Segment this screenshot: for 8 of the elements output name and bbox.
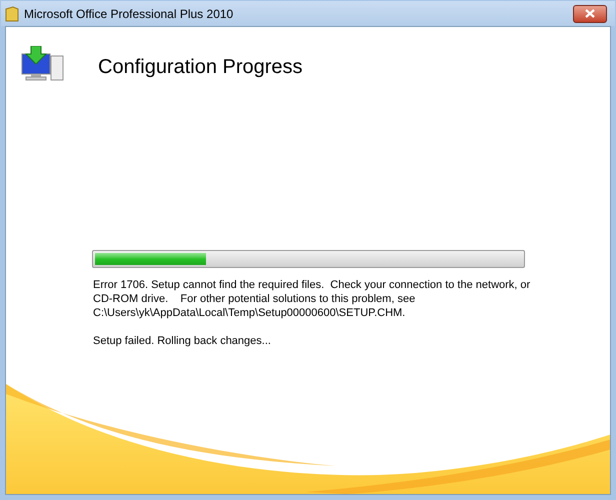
close-icon [585, 9, 595, 18]
page-heading: Configuration Progress [98, 54, 303, 80]
status-message: Error 1706. Setup cannot find the required files. Check your connection to the network, or CD-ROM drive. For other potential solutions to this problem, see C:\Users\yk\AppData\Local\Temp\Setup00000600\SETUP.CHM. [93, 278, 532, 320]
folder-icon [5, 6, 19, 22]
window-title: Microsoft Office Professional Plus 2010 [24, 6, 234, 22]
status-message: Setup failed. Rolling back changes... [93, 334, 272, 348]
close-button[interactable] [573, 4, 607, 22]
computer-download-icon [21, 46, 65, 82]
